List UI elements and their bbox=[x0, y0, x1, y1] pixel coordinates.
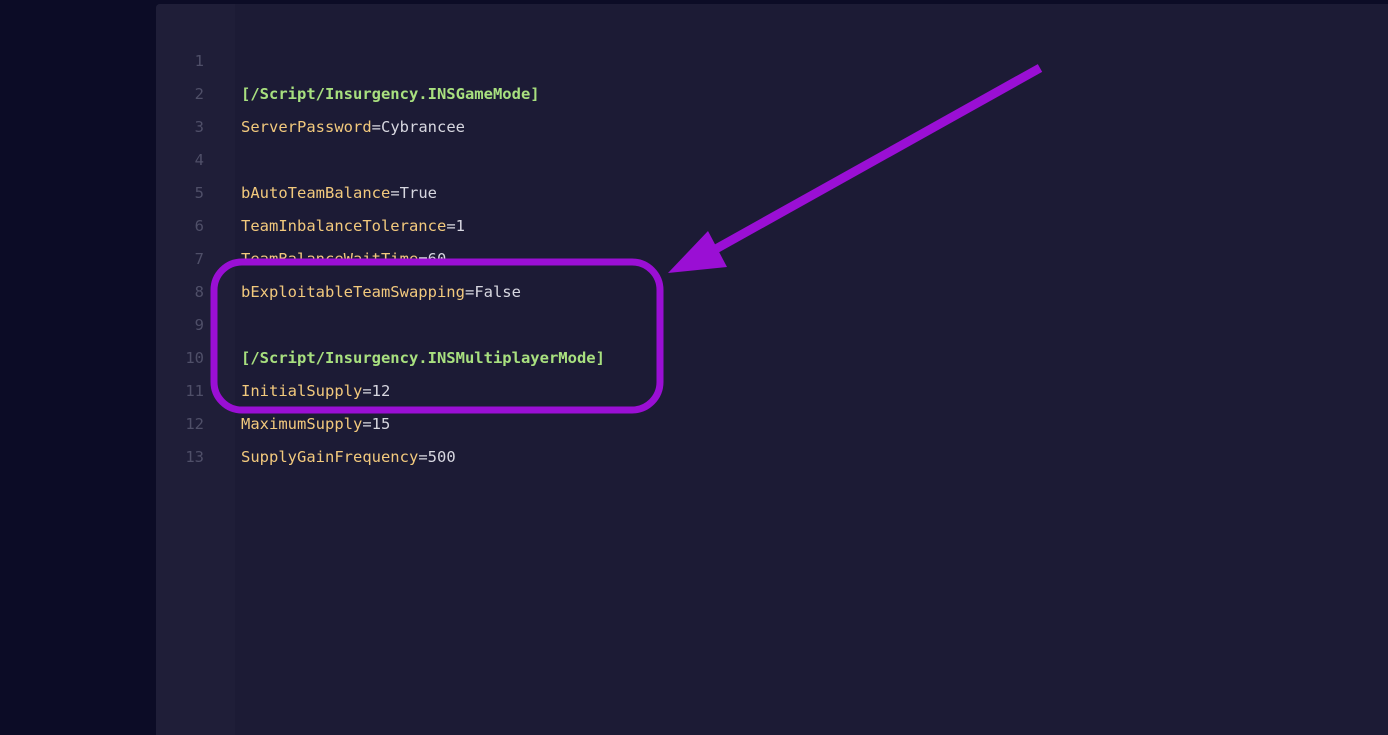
code-line-13[interactable]: 13 bbox=[156, 408, 1388, 466]
code-line-8[interactable]: 8 bbox=[156, 243, 1388, 301]
code-editor[interactable]: 1 [/Script/Insurgency.INSGameMode] 2 Ser… bbox=[156, 4, 1388, 735]
setting-value: 500 bbox=[427, 448, 456, 466]
code-line-11[interactable]: 11 MaximumSupply=15 bbox=[156, 342, 1388, 433]
line-number: 13 bbox=[185, 448, 204, 466]
page: 1 [/Script/Insurgency.INSGameMode] 2 Ser… bbox=[0, 0, 1388, 735]
code-line-10[interactable]: 10 InitialSupply=12 bbox=[156, 309, 1388, 400]
line-content: SupplyGainFrequency=500 bbox=[241, 441, 456, 474]
code-line-7[interactable]: 7 bExploitableTeamSwapping=False bbox=[156, 210, 1388, 301]
code-line-3[interactable]: 3 bbox=[156, 78, 1388, 136]
code-line-12[interactable]: 12 SupplyGainFrequency=500 bbox=[156, 375, 1388, 466]
setting-key: SupplyGainFrequency bbox=[241, 448, 419, 466]
code-line-9[interactable]: 9 [/Script/Insurgency.INSMultiplayerMode… bbox=[156, 276, 1388, 367]
code-line-2[interactable]: 2 ServerPassword=Cybrancee bbox=[156, 45, 1388, 136]
equals-sign: = bbox=[418, 448, 428, 466]
code-lines: 1 [/Script/Insurgency.INSGameMode] 2 Ser… bbox=[156, 12, 1388, 466]
code-line-5[interactable]: 5 TeamInbalanceTolerance=1 bbox=[156, 144, 1388, 235]
code-line-4[interactable]: 4 bAutoTeamBalance=True bbox=[156, 111, 1388, 202]
code-line-6[interactable]: 6 TeamBalanceWaitTime=60 bbox=[156, 177, 1388, 268]
code-line-1[interactable]: 1 [/Script/Insurgency.INSGameMode] bbox=[156, 12, 1388, 103]
